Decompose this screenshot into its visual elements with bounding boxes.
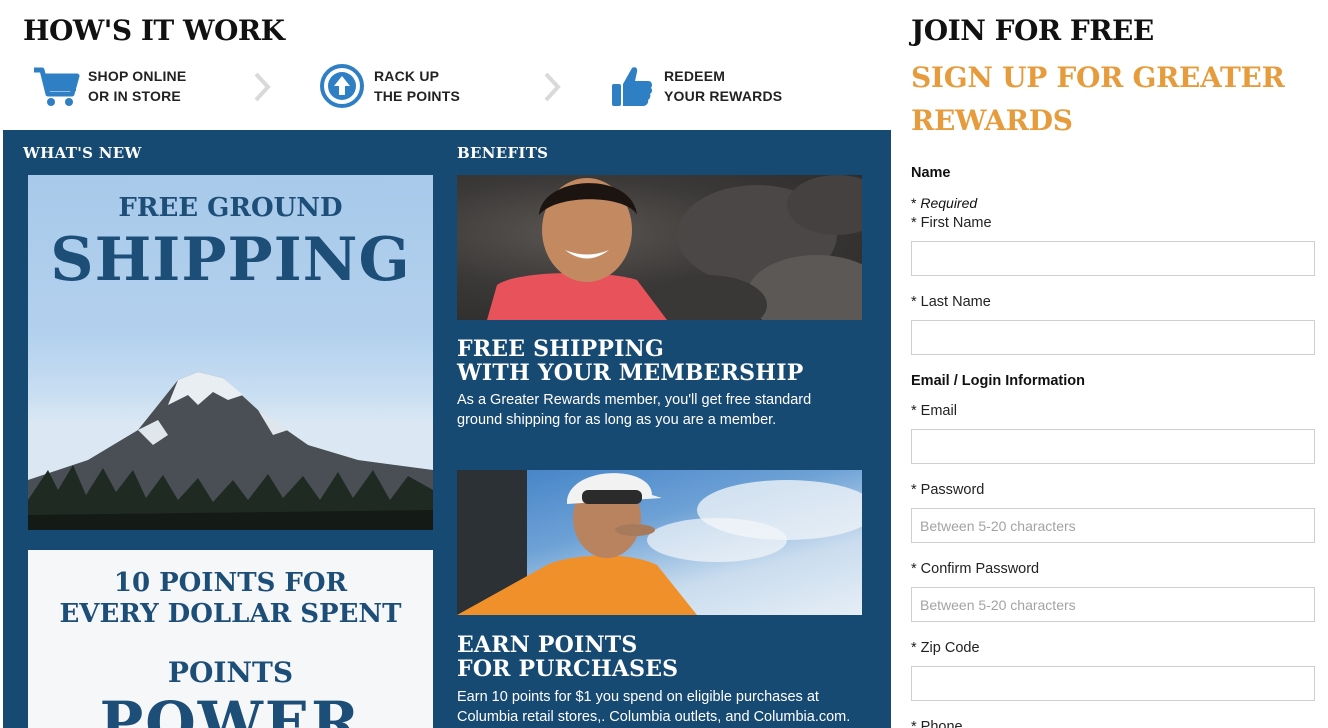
how-it-works-section: HOW'S IT WORK SHOP ONLINE OR IN STORE RA…: [0, 0, 895, 130]
arrow-up-circle-icon: [318, 62, 366, 110]
login-section-label: Email / Login Information: [911, 373, 1085, 389]
how-it-works-title: HOW'S IT WORK: [23, 14, 285, 47]
step-label-line: YOUR REWARDS: [664, 88, 783, 104]
benefit-description: As a Greater Rewards member, you'll get …: [457, 390, 857, 430]
confirm-password-field[interactable]: [911, 587, 1315, 622]
required-note: * Required: [911, 195, 977, 211]
step-shop-label: SHOP ONLINE OR IN STORE: [88, 66, 186, 106]
mountain-image: [28, 372, 433, 530]
promo-title: SHIPPING: [50, 225, 411, 295]
step-label-line: THE POINTS: [374, 88, 461, 104]
zip-code-field[interactable]: [911, 666, 1315, 701]
whats-new-heading: WHAT'S NEW: [23, 144, 142, 162]
confirm-password-label: * Confirm Password: [911, 561, 1040, 577]
required-text: Required: [920, 195, 978, 211]
last-name-label: * Last Name: [911, 294, 991, 310]
benefit-title-line: EARN POINTS: [457, 632, 638, 658]
benefit-text-line: Columbia retail stores,. Columbia outlet…: [457, 709, 851, 725]
signup-headline: SIGN UP FOR GREATER REWARDS: [911, 61, 1285, 137]
step-label-line: SHOP ONLINE: [88, 68, 187, 84]
shopping-cart-icon: [32, 62, 80, 110]
rewards-panel: WHAT'S NEW BENEFITS FREE GROUND SHIPPING…: [3, 130, 891, 728]
points-promo-title: 10 POINTS FOR EVERY DOLLAR SPENT: [28, 550, 433, 630]
smiling-woman-photo: [457, 175, 862, 320]
join-title: JOIN FOR FREE: [911, 14, 1154, 47]
email-field[interactable]: [911, 429, 1315, 464]
first-name-field[interactable]: [911, 241, 1315, 276]
step-shop: SHOP ONLINE OR IN STORE: [32, 60, 186, 112]
zip-code-label: * Zip Code: [911, 640, 980, 656]
chevron-right-icon: [544, 72, 561, 102]
benefit-text-line: As a Greater Rewards member, you'll get …: [457, 392, 812, 408]
benefit-title-line: FREE SHIPPING: [457, 336, 664, 362]
points-promo-line: EVERY DOLLAR SPENT: [59, 599, 402, 629]
signup-form: JOIN FOR FREE SIGN UP FOR GREATER REWARD…: [911, 0, 1328, 728]
fisherman-photo: [457, 470, 862, 615]
benefit-description: Earn 10 points for $1 you spend on eligi…: [457, 687, 857, 727]
benefit-text-line: ground shipping for as long as you are a…: [457, 412, 777, 428]
benefit-title-line: FOR PURCHASES: [457, 656, 679, 682]
step-redeem-label: REDEEM YOUR REWARDS: [664, 66, 782, 106]
required-star: *: [911, 195, 921, 211]
benefit-title: FREE SHIPPING WITH YOUR MEMBERSHIP: [457, 337, 803, 385]
step-label-line: RACK UP: [374, 68, 440, 84]
points-promo-line: 10 POINTS FOR: [113, 568, 348, 598]
email-label: * Email: [911, 403, 957, 419]
password-label: * Password: [911, 482, 985, 498]
benefit-title-line: WITH YOUR MEMBERSHIP: [457, 360, 804, 386]
thumbs-up-icon: [608, 62, 656, 110]
benefit-title: EARN POINTS FOR PURCHASES: [457, 633, 678, 681]
step-label-line: OR IN STORE: [88, 88, 181, 104]
free-shipping-promo[interactable]: FREE GROUND SHIPPING: [28, 175, 433, 530]
points-promo-sub: POINTS: [167, 656, 294, 689]
step-redeem: REDEEM YOUR REWARDS: [608, 60, 782, 112]
points-promo[interactable]: 10 POINTS FOR EVERY DOLLAR SPENT POINTS …: [28, 550, 433, 728]
chevron-right-icon: [254, 72, 271, 102]
step-rack-up-label: RACK UP THE POINTS: [374, 66, 460, 106]
benefits-heading: BENEFITS: [457, 144, 549, 162]
password-field[interactable]: [911, 508, 1315, 543]
name-section-label: Name: [911, 165, 951, 181]
step-rack-up: RACK UP THE POINTS: [318, 60, 460, 112]
last-name-field[interactable]: [911, 320, 1315, 355]
first-name-label: * First Name: [911, 215, 992, 231]
promo-subtitle: FREE GROUND: [118, 193, 343, 223]
points-promo-power: POWER: [99, 689, 362, 728]
phone-label: * Phone: [911, 719, 963, 728]
benefit-text-line: Earn 10 points for $1 you spend on eligi…: [457, 689, 819, 705]
step-label-line: REDEEM: [664, 68, 726, 84]
